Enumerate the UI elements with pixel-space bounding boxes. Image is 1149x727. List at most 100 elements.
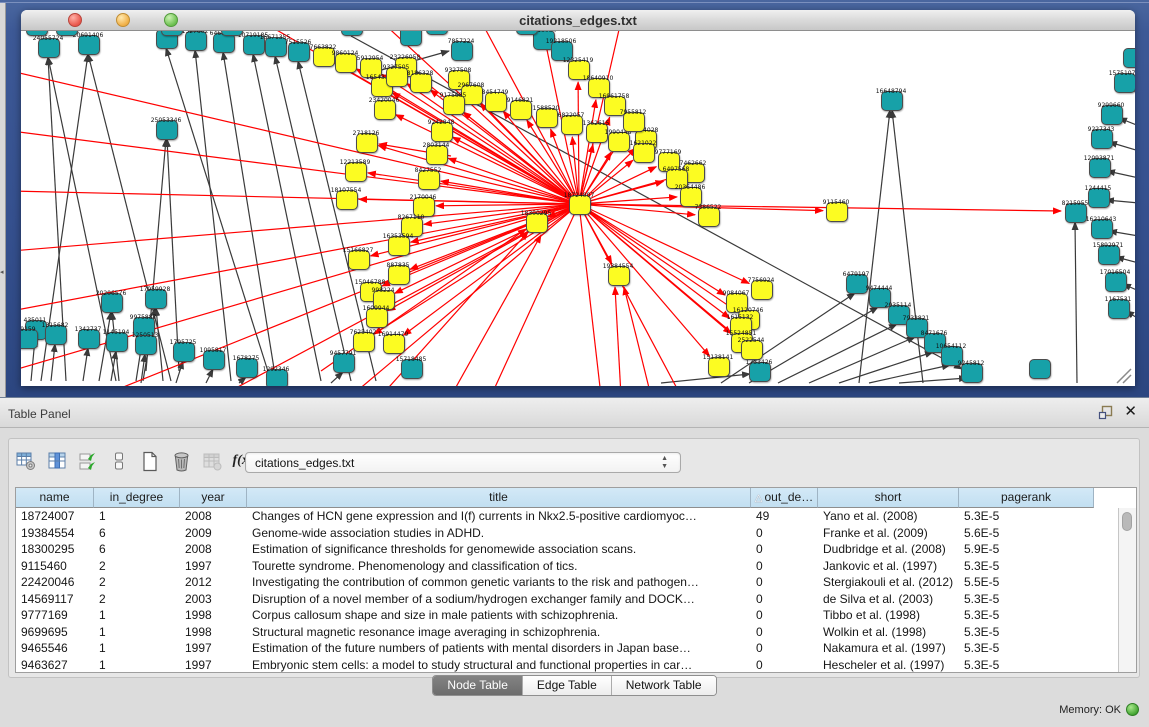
graph-node[interactable]: [388, 236, 410, 256]
table-cell[interactable]: 22420046: [16, 574, 94, 591]
table-cell[interactable]: 9699695: [16, 624, 94, 641]
table-cell[interactable]: 6: [94, 541, 180, 558]
table-cell[interactable]: 5.3E-5: [959, 624, 1094, 641]
graph-node[interactable]: [749, 362, 771, 382]
table-cell[interactable]: 2009: [180, 525, 247, 542]
table-cell[interactable]: Genome-wide association studies in ADHD.: [247, 525, 751, 542]
graph-edge[interactable]: [579, 204, 1061, 211]
table-cell[interactable]: 1997: [180, 640, 247, 657]
table-cell[interactable]: 18724007: [16, 508, 94, 525]
table-cell[interactable]: 0: [751, 607, 818, 624]
table-cell[interactable]: 5.9E-5: [959, 541, 1094, 558]
graph-node[interactable]: [383, 334, 405, 354]
table-cell[interactable]: 9115460: [16, 558, 94, 575]
graph-node[interactable]: [106, 332, 128, 352]
table-cell[interactable]: 1: [94, 607, 180, 624]
graph-node[interactable]: [356, 133, 378, 153]
table-row[interactable]: 1938455462009Genome-wide association stu…: [16, 525, 1118, 542]
table-row[interactable]: 946554611997Estimation of the future num…: [16, 640, 1118, 657]
graph-node[interactable]: [266, 369, 288, 386]
table-cell[interactable]: Estimation of significance thresholds fo…: [247, 541, 751, 558]
graph-node[interactable]: [21, 329, 38, 349]
graph-edge[interactable]: [451, 235, 541, 386]
table-cell[interactable]: 5.3E-5: [959, 607, 1094, 624]
graph-node[interactable]: [78, 329, 100, 349]
table-row[interactable]: 1872400712008Changes of HCN gene express…: [16, 508, 1118, 525]
graph-edge[interactable]: [221, 204, 579, 386]
table-cell[interactable]: 2: [94, 574, 180, 591]
float-window-icon[interactable]: [1098, 405, 1113, 420]
table-cell[interactable]: Stergiakouli et al. (2012): [818, 574, 959, 591]
table-cell[interactable]: Wolkin et al. (1998): [818, 624, 959, 641]
graph-node[interactable]: [348, 250, 370, 270]
table-cell[interactable]: 5.5E-5: [959, 574, 1094, 591]
graph-node[interactable]: [510, 100, 532, 120]
graph-node[interactable]: [374, 100, 396, 120]
table-cell[interactable]: 5.3E-5: [959, 508, 1094, 525]
close-panel-icon[interactable]: ✕: [1124, 404, 1137, 420]
column-header-title[interactable]: title: [247, 488, 751, 508]
table-settings-icon[interactable]: [15, 450, 37, 472]
graph-node[interactable]: [133, 317, 155, 337]
table-cell[interactable]: 9465546: [16, 640, 94, 657]
column-header-year[interactable]: year: [180, 488, 247, 508]
graph-edge[interactable]: [1107, 171, 1135, 178]
table-cell[interactable]: Nakamura et al. (1997): [818, 640, 959, 657]
table-cell[interactable]: 9463627: [16, 657, 94, 673]
table-cell[interactable]: 1998: [180, 624, 247, 641]
table-cell[interactable]: 5.3E-5: [959, 657, 1094, 673]
graph-node[interactable]: [608, 266, 630, 286]
graph-node[interactable]: [666, 169, 688, 189]
graph-node[interactable]: [1101, 105, 1123, 125]
tab-edge-table[interactable]: Edge Table: [523, 676, 612, 695]
table-cell[interactable]: 2: [94, 558, 180, 575]
graph-node[interactable]: [426, 145, 448, 165]
toggle-rows-icon[interactable]: [108, 450, 130, 472]
window-titlebar[interactable]: citations_edges.txt: [21, 10, 1135, 31]
table-cell[interactable]: 1998: [180, 607, 247, 624]
graph-node[interactable]: [1105, 272, 1127, 292]
graph-node[interactable]: [633, 143, 655, 163]
graph-node[interactable]: [410, 73, 432, 93]
graph-edge[interactable]: [615, 287, 621, 386]
scrollbar-thumb[interactable]: [1122, 512, 1132, 531]
graph-edge[interactable]: [892, 110, 923, 383]
graph-node[interactable]: [588, 78, 610, 98]
network-canvas[interactable]: 1872400724055724206914061065328715276026…: [21, 31, 1135, 386]
new-table-icon[interactable]: [139, 450, 161, 472]
table-row[interactable]: 1456911722003Disruption of a novel membe…: [16, 591, 1118, 608]
graph-node[interactable]: [569, 195, 591, 215]
graph-node[interactable]: [961, 363, 983, 383]
table-cell[interactable]: Investigating the contribution of common…: [247, 574, 751, 591]
graph-node[interactable]: [161, 31, 183, 36]
table-cell[interactable]: 1: [94, 640, 180, 657]
graph-edge[interactable]: [624, 287, 651, 386]
table-cell[interactable]: Disruption of a novel member of a sodium…: [247, 591, 751, 608]
table-cell[interactable]: 1: [94, 657, 180, 673]
graph-node[interactable]: [1065, 203, 1087, 223]
graph-node[interactable]: [265, 37, 287, 57]
table-cell[interactable]: 2003: [180, 591, 247, 608]
graph-node[interactable]: [1108, 299, 1130, 319]
graph-node[interactable]: [236, 358, 258, 378]
table-cell[interactable]: 1: [94, 508, 180, 525]
graph-node[interactable]: [751, 280, 773, 300]
graph-node[interactable]: [366, 308, 388, 328]
row-checks-icon[interactable]: [77, 450, 99, 472]
graph-node[interactable]: [345, 162, 367, 182]
graph-node[interactable]: [145, 289, 167, 309]
graph-node[interactable]: [536, 108, 558, 128]
table-cell[interactable]: 0: [751, 558, 818, 575]
graph-node[interactable]: [335, 53, 357, 73]
graph-node[interactable]: [173, 342, 195, 362]
graph-node[interactable]: [443, 95, 465, 115]
graph-edge[interactable]: [579, 204, 749, 283]
table-row[interactable]: 969969511998Structural magnetic resonanc…: [16, 624, 1118, 641]
table-row[interactable]: 2242004622012Investigating the contribut…: [16, 574, 1118, 591]
graph-node[interactable]: [698, 207, 720, 227]
graph-node[interactable]: [386, 67, 408, 87]
graph-node[interactable]: [568, 60, 590, 80]
graph-node[interactable]: [708, 357, 730, 377]
graph-edge[interactable]: [579, 100, 596, 204]
graph-node[interactable]: [38, 38, 60, 58]
